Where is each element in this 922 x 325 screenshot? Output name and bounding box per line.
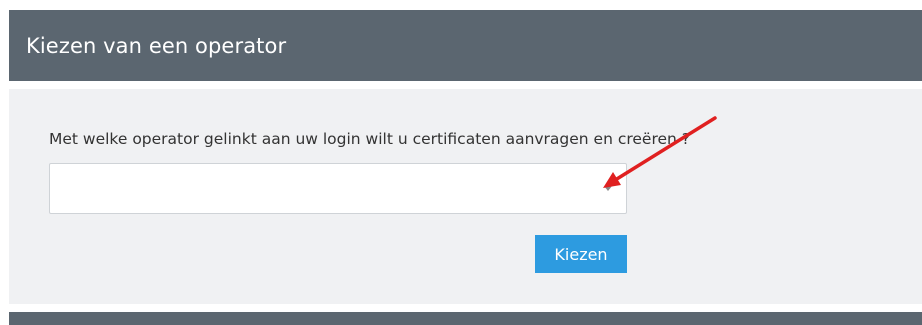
kiezen-button[interactable]: Kiezen	[535, 235, 627, 273]
page-title: Kiezen van een operator	[26, 33, 287, 58]
operator-select[interactable]	[49, 163, 627, 214]
operator-question-label: Met welke operator gelinkt aan uw login …	[49, 130, 691, 148]
page-header: Kiezen van een operator	[9, 10, 922, 81]
operator-form-panel: Met welke operator gelinkt aan uw login …	[9, 89, 922, 304]
next-section-header-bar	[9, 312, 922, 325]
page: Kiezen van een operator Met welke operat…	[0, 0, 922, 325]
chevron-down-icon	[604, 186, 612, 191]
